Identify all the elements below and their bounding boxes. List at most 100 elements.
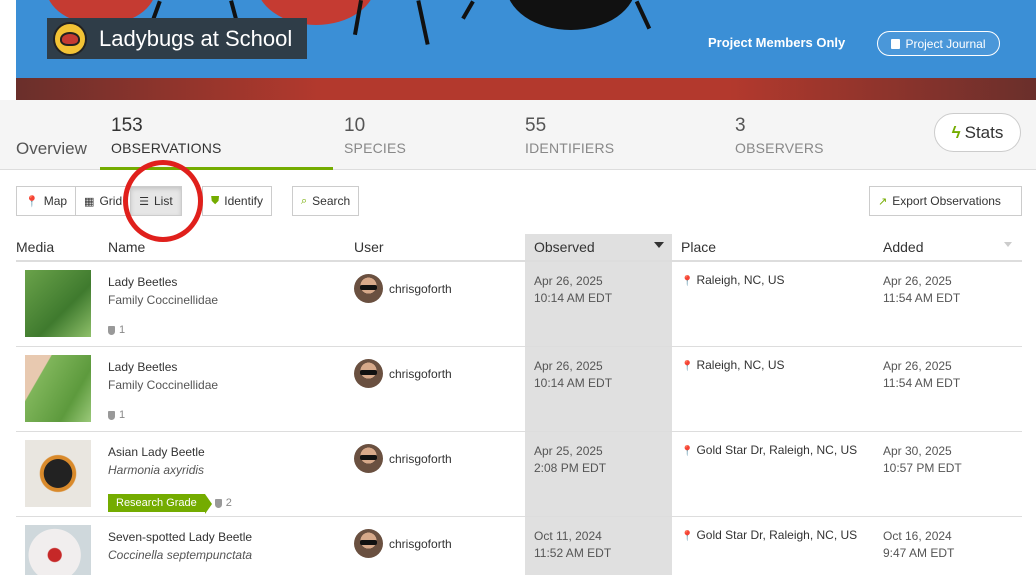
observations-label: OBSERVATIONS	[111, 140, 222, 156]
identification-count: Research Grade 2	[108, 494, 232, 514]
user-cell[interactable]: chrisgoforth	[354, 359, 452, 388]
added-date: Apr 26, 2025 11:54 AM EDT	[883, 273, 960, 307]
stats-label: Stats	[964, 122, 1004, 142]
place-name: Raleigh, NC, US	[696, 273, 785, 287]
added-date: Apr 26, 2025 11:54 AM EDT	[883, 358, 960, 392]
tab-species[interactable]: 10 SPECIES	[344, 115, 406, 156]
id-shield-icon	[108, 410, 115, 420]
taxon-name[interactable]: Asian Lady Beetle Harmonia axyridis	[108, 443, 205, 479]
observation-thumbnail[interactable]	[25, 525, 91, 575]
added-day: Apr 30, 2025	[883, 444, 952, 458]
common-name: Seven-spotted Lady Beetle	[108, 530, 253, 544]
species-count: 10	[344, 115, 366, 136]
added-time: 11:54 AM EDT	[883, 376, 961, 390]
search-button[interactable]: ⌕ Search	[292, 186, 360, 216]
observed-day: Oct 11, 2024	[534, 529, 602, 543]
observation-thumbnail[interactable]	[25, 355, 91, 422]
research-grade-badge: Research Grade	[108, 494, 212, 514]
user-cell[interactable]: chrisgoforth	[354, 444, 452, 473]
search-label: Search	[312, 194, 351, 208]
observed-time: 10:14 AM EDT	[534, 291, 613, 305]
observation-thumbnail[interactable]	[25, 440, 91, 507]
taxon-name[interactable]: Lady Beetles Family Coccinellidae	[108, 358, 218, 394]
project-title: Ladybugs at School	[99, 25, 293, 51]
added-time: 11:54 AM EDT	[883, 291, 961, 305]
tab-identifiers[interactable]: 55 IDENTIFIERS	[525, 115, 614, 156]
added-day: Apr 26, 2025	[883, 274, 952, 288]
id-count: 1	[119, 324, 126, 336]
project-journal-button[interactable]: Project Journal	[877, 31, 1000, 56]
scientific-name: Family Coccinellidae	[108, 378, 219, 392]
table-row[interactable]: Seven-spotted Lady Beetle Coccinella sep…	[16, 517, 1022, 575]
identifiers-count: 55	[525, 115, 547, 136]
observations-count: 153	[111, 115, 143, 136]
column-header-observed[interactable]: Observed	[534, 239, 595, 255]
identifiers-label: IDENTIFIERS	[525, 140, 615, 156]
banner-band	[16, 78, 1036, 100]
username: chrisgoforth	[389, 536, 452, 551]
grid-view-label: Grid	[99, 194, 123, 208]
identify-button[interactable]: ⛊ Identify	[202, 186, 272, 216]
added-time: 9:47 AM EDT	[883, 546, 955, 560]
username: chrisgoforth	[389, 281, 452, 296]
shield-icon: ⛊	[211, 194, 220, 207]
project-title-box[interactable]: Ladybugs at School	[47, 18, 307, 59]
list-view-label: List	[154, 194, 173, 208]
leg-graphic	[634, 0, 652, 30]
lightning-icon: ϟ	[951, 122, 961, 142]
map-view-button[interactable]: 📍 Map	[16, 186, 77, 216]
grid-view-button[interactable]: ▦ Grid	[76, 186, 132, 216]
sort-caret-icon	[1004, 242, 1012, 247]
avatar	[354, 444, 383, 473]
identify-label: Identify	[224, 194, 263, 208]
observed-date: Apr 25, 2025 2:08 PM EDT	[534, 443, 606, 477]
map-pin-icon: 📍	[681, 531, 694, 542]
export-label: Export Observations	[892, 194, 1001, 208]
search-icon: ⌕	[301, 194, 308, 207]
grid-icon: ▦	[84, 195, 95, 208]
export-observations-button[interactable]: ↗ Export Observations	[869, 186, 1022, 216]
identification-count: 1	[108, 409, 125, 421]
avatar	[354, 274, 383, 303]
observed-day: Apr 26, 2025	[534, 359, 603, 373]
place-cell: 📍 Gold Star Dr, Raleigh, NC, US	[681, 443, 857, 457]
taxon-name[interactable]: Lady Beetles Family Coccinellidae	[108, 273, 218, 309]
observed-date: Apr 26, 2025 10:14 AM EDT	[534, 273, 612, 307]
avatar	[354, 529, 383, 558]
table-row[interactable]: Asian Lady Beetle Harmonia axyridis Rese…	[16, 432, 1022, 517]
map-pin-icon: 📍	[25, 195, 39, 208]
leg-graphic	[416, 0, 430, 45]
user-cell[interactable]: chrisgoforth	[354, 274, 452, 303]
column-header-added[interactable]: Added	[883, 239, 923, 255]
column-header-user[interactable]: User	[354, 239, 384, 255]
user-cell[interactable]: chrisgoforth	[354, 529, 452, 558]
scientific-name: Family Coccinellidae	[108, 293, 219, 307]
scientific-name: Coccinella septempunctata	[108, 548, 253, 562]
common-name: Asian Lady Beetle	[108, 445, 205, 459]
leg-graphic	[461, 0, 475, 20]
stats-button[interactable]: ϟ Stats	[934, 113, 1021, 152]
identification-count: 1	[108, 324, 125, 336]
tab-observers[interactable]: 3 OBSERVERS	[735, 115, 824, 156]
tab-observations[interactable]: 153 OBSERVATIONS	[111, 115, 222, 156]
map-pin-icon: 📍	[681, 361, 694, 372]
place-cell: 📍 Raleigh, NC, US	[681, 273, 784, 287]
column-header-place[interactable]: Place	[681, 239, 716, 255]
table-row[interactable]: Lady Beetles Family Coccinellidae 1 chri…	[16, 262, 1022, 347]
tab-overview[interactable]: Overview	[16, 139, 87, 159]
observed-day: Apr 26, 2025	[534, 274, 603, 288]
list-icon: ☰	[139, 195, 149, 208]
observation-thumbnail[interactable]	[25, 270, 91, 337]
id-count: 1	[119, 409, 126, 421]
active-tab-indicator	[100, 167, 333, 170]
column-header-name[interactable]: Name	[108, 239, 145, 255]
map-view-label: Map	[43, 194, 68, 208]
table-row[interactable]: Lady Beetles Family Coccinellidae 1 chri…	[16, 347, 1022, 432]
beetle-graphic	[506, 0, 636, 30]
project-logo-icon	[53, 21, 87, 56]
sort-desc-icon	[654, 242, 664, 248]
list-view-button[interactable]: ☰ List	[131, 186, 182, 216]
taxon-name[interactable]: Seven-spotted Lady Beetle Coccinella sep…	[108, 528, 252, 564]
table-header: Media Name User Observed Place Added	[16, 234, 1022, 262]
observed-day: Apr 25, 2025	[534, 444, 603, 458]
